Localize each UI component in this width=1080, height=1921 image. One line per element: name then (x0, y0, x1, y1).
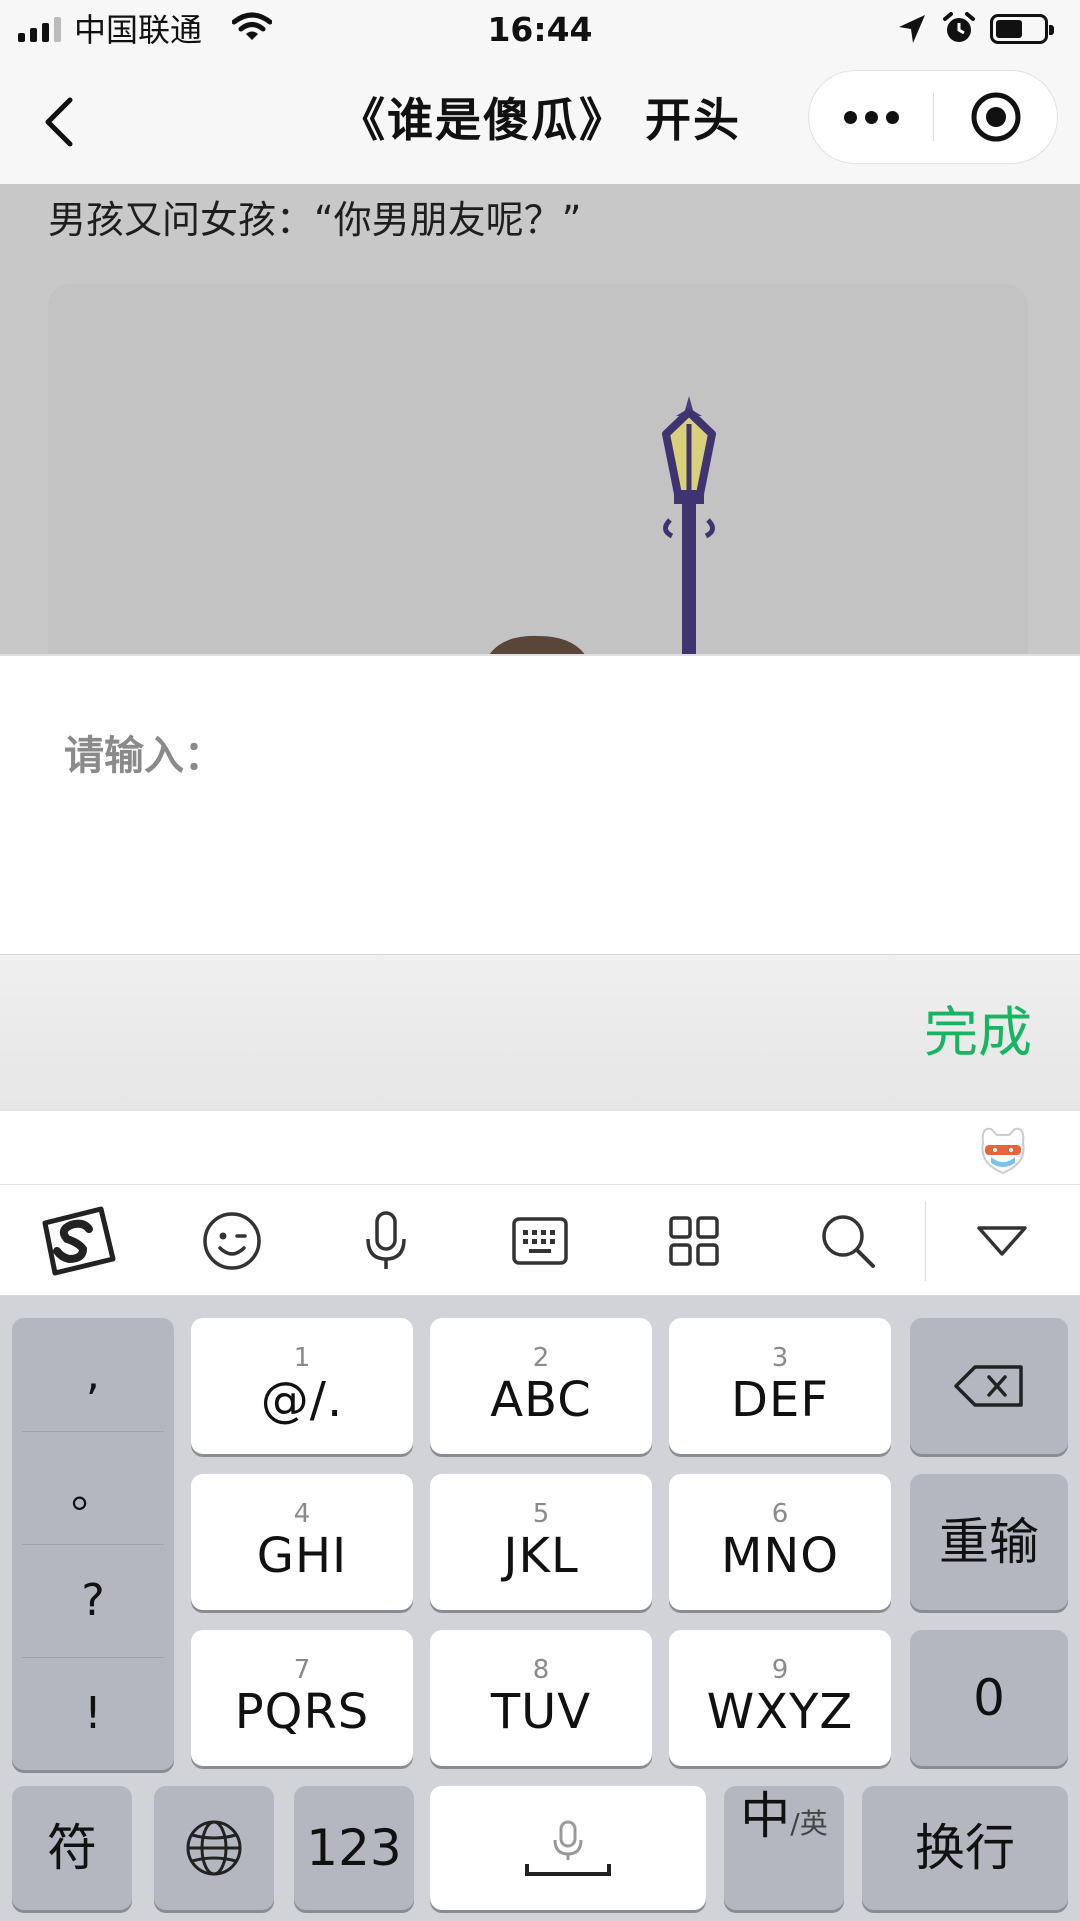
reenter-label: 重输 (939, 1513, 1039, 1571)
boy-head-icon (489, 635, 585, 654)
lang-main-label: 中 (740, 1787, 791, 1845)
space-mic-icon (525, 1820, 611, 1876)
key-number: 1 (293, 1343, 311, 1373)
key-letters: GHI (256, 1528, 348, 1584)
nine-key-keyboard: , 。 ? ! 1 @/. 2 ABC 3 DEF 4 GHI 5 JKL 6 … (0, 1296, 1080, 1921)
emoji-icon[interactable] (192, 1205, 272, 1277)
newline-label: 换行 (915, 1819, 1015, 1877)
punct-key[interactable]: ? (12, 1544, 174, 1657)
key-number: 2 (532, 1343, 550, 1373)
key-3[interactable]: 3 DEF (669, 1318, 891, 1454)
numbers-key[interactable]: 123 (294, 1786, 414, 1910)
status-bar: 中国联通 16:44 (0, 0, 1080, 60)
search-icon[interactable] (808, 1205, 888, 1277)
alarm-icon (942, 12, 976, 50)
key-number: 8 (532, 1655, 550, 1685)
page-title: 《谁是傻瓜》 开头 (338, 93, 741, 147)
location-arrow-icon (897, 13, 927, 49)
key-7[interactable]: 7 PQRS (191, 1630, 413, 1766)
newline-key[interactable]: 换行 (862, 1786, 1068, 1910)
key-letters: JKL (503, 1528, 579, 1584)
globe-icon (186, 1820, 242, 1876)
zero-key[interactable]: 0 (910, 1630, 1068, 1766)
globe-key[interactable] (154, 1786, 274, 1910)
key-9[interactable]: 9 WXYZ (669, 1630, 891, 1766)
key-letters: ABC (490, 1372, 592, 1428)
numbers-label: 123 (306, 1819, 402, 1877)
key-6[interactable]: 6 MNO (669, 1474, 891, 1610)
sogou-mascot-icon[interactable] (975, 1121, 1031, 1177)
key-1[interactable]: 1 @/. (191, 1318, 413, 1454)
punct-key[interactable]: ! (12, 1657, 174, 1770)
backspace-icon (954, 1365, 1023, 1407)
key-number: 7 (293, 1655, 311, 1685)
delete-key[interactable] (910, 1318, 1068, 1454)
collapse-keyboard-icon[interactable] (962, 1205, 1042, 1277)
punctuation-column[interactable]: , 。 ? ! (12, 1318, 174, 1770)
key-4[interactable]: 4 GHI (191, 1474, 413, 1610)
grid-icon[interactable] (654, 1205, 734, 1277)
key-number: 5 (532, 1499, 550, 1529)
language-switch-key[interactable]: 中 /英 (724, 1786, 844, 1910)
lamp-post-icon (662, 396, 716, 654)
miniprogram-capsule (808, 70, 1058, 164)
story-content: 男孩又问女孩：“你男朋友呢？” (0, 184, 1080, 654)
keyboard-icon[interactable] (500, 1205, 580, 1277)
symbol-key[interactable]: 符 (12, 1786, 132, 1910)
back-chevron-icon[interactable] (40, 96, 80, 148)
story-line: 男孩又问女孩：“你男朋友呢？” (48, 198, 582, 242)
key-8[interactable]: 8 TUV (430, 1630, 652, 1766)
microphone-icon[interactable] (346, 1205, 426, 1277)
sogou-logo-icon[interactable] (38, 1205, 118, 1277)
space-key[interactable] (430, 1786, 706, 1910)
key-5[interactable]: 5 JKL (430, 1474, 652, 1610)
ime-toolbar (0, 1184, 1080, 1296)
done-bar: 完成 (0, 954, 1080, 1110)
done-button[interactable]: 完成 (924, 1001, 1032, 1065)
symbol-label: 符 (47, 1819, 97, 1877)
key-number: 9 (771, 1655, 789, 1685)
battery-icon (990, 14, 1054, 44)
story-illustration (48, 284, 1028, 654)
key-number: 4 (293, 1499, 311, 1529)
key-letters: TUV (490, 1684, 592, 1740)
key-2[interactable]: 2 ABC (430, 1318, 652, 1454)
zero-label: 0 (973, 1669, 1005, 1727)
toolbar-divider (925, 1201, 926, 1281)
text-input-field[interactable] (64, 726, 1014, 786)
reenter-key[interactable]: 重输 (910, 1474, 1068, 1610)
key-number: 6 (771, 1499, 789, 1529)
key-letters: DEF (731, 1372, 829, 1428)
key-letters: MNO (720, 1528, 840, 1584)
key-number: 3 (771, 1343, 789, 1373)
close-target-icon[interactable] (934, 71, 1058, 163)
candidate-strip (0, 1110, 1080, 1184)
key-letters: @/. (260, 1372, 344, 1428)
key-letters: PQRS (234, 1684, 370, 1740)
key-letters: WXYZ (706, 1684, 854, 1740)
navigation-bar: 《谁是傻瓜》 开头 (0, 60, 1080, 184)
input-panel (0, 654, 1080, 954)
punct-key[interactable]: , (12, 1318, 174, 1431)
punct-key[interactable]: 。 (12, 1431, 174, 1544)
more-options-icon[interactable] (809, 71, 933, 163)
lang-sub-label: /英 (790, 1807, 828, 1840)
